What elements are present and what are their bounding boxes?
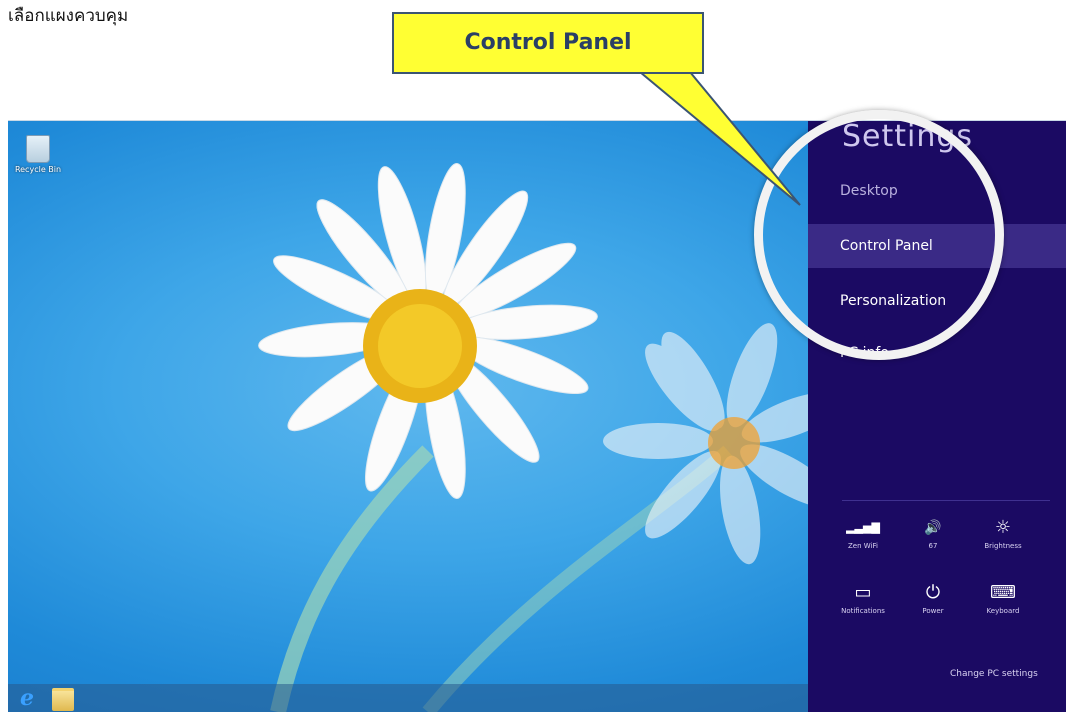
callout-control-panel: Control Panel <box>392 12 704 74</box>
callout-pointer <box>637 71 801 206</box>
